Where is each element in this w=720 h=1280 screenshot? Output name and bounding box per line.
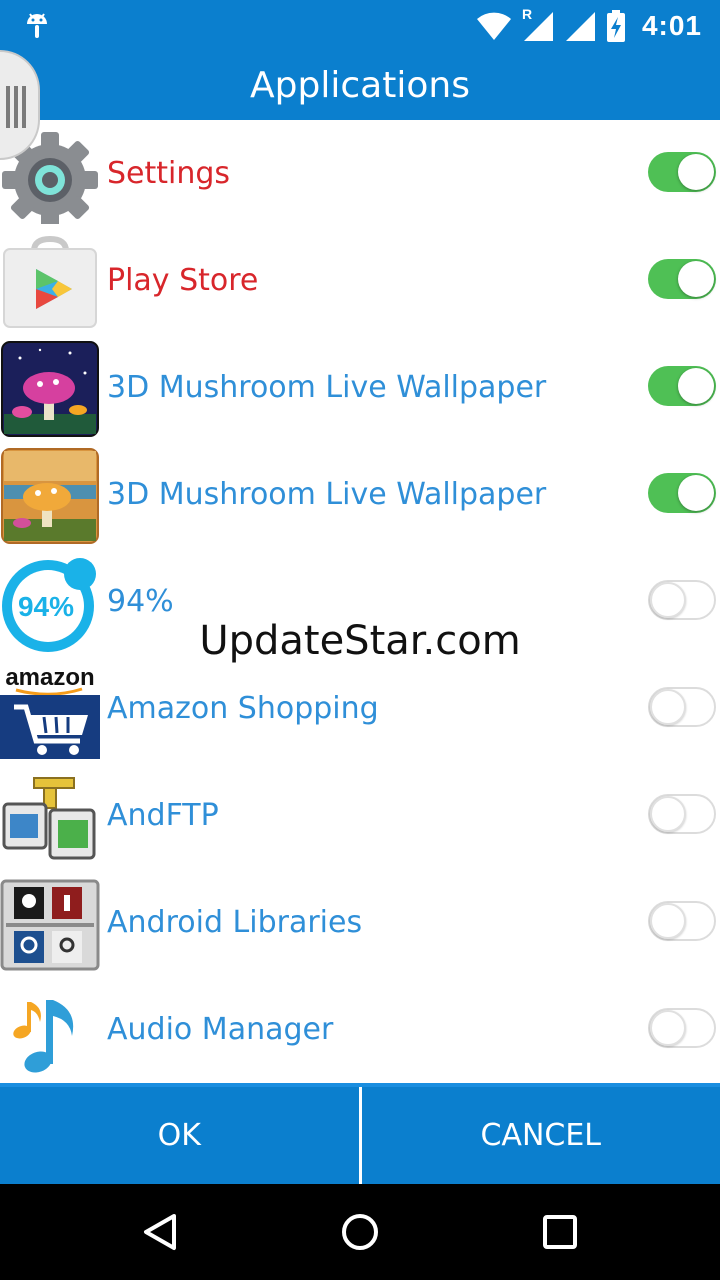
list-item[interactable]: AndFTP xyxy=(0,762,720,869)
app-toggle[interactable] xyxy=(648,1008,716,1048)
play-store-icon xyxy=(3,235,97,328)
amazon-cart-icon: amazon xyxy=(0,658,100,759)
back-button[interactable] xyxy=(125,1197,195,1267)
app-toggle[interactable] xyxy=(648,794,716,834)
app-label: 3D Mushroom Live Wallpaper xyxy=(107,370,547,405)
android-debug-icon xyxy=(27,13,47,38)
list-item[interactable]: amazon Amazon Shopping xyxy=(0,655,720,762)
signal-icon-2 xyxy=(565,12,595,41)
recents-icon xyxy=(543,1215,577,1249)
list-item[interactable]: Audio Manager xyxy=(0,976,720,1083)
mushroom-sunset-icon xyxy=(1,447,99,544)
app-label: Settings xyxy=(107,156,231,191)
grip-line xyxy=(22,86,26,128)
list-item[interactable]: Settings xyxy=(0,120,720,227)
app-toggle[interactable] xyxy=(648,580,716,620)
app-label: Android Libraries xyxy=(107,905,363,940)
music-note-icon xyxy=(13,999,74,1073)
list-item[interactable]: Android Libraries xyxy=(0,869,720,976)
navigation-bar xyxy=(0,1184,720,1280)
status-icons: R 4:01 xyxy=(476,6,702,44)
app-list[interactable]: Settings Play Store 3D Mushroom Live Wal… xyxy=(0,120,720,1082)
app-label: Audio Manager xyxy=(107,1012,334,1047)
wifi-icon xyxy=(476,12,511,40)
app-toggle[interactable] xyxy=(648,473,716,513)
app-toggle[interactable] xyxy=(648,687,716,727)
app-label: 94% xyxy=(107,584,174,619)
grip-line xyxy=(6,86,10,128)
andftp-icon xyxy=(2,776,96,859)
app-label: Amazon Shopping xyxy=(107,691,379,726)
ok-button[interactable]: OK xyxy=(0,1087,359,1184)
mushroom-night-icon xyxy=(1,340,99,437)
status-bar: R 4:01 xyxy=(0,0,720,50)
recents-button[interactable] xyxy=(525,1197,595,1267)
list-item[interactable]: Play Store xyxy=(0,227,720,334)
app-toggle[interactable] xyxy=(648,152,716,192)
app-bar: Applications xyxy=(0,50,720,120)
app-toggle[interactable] xyxy=(648,259,716,299)
svg-text:amazon: amazon xyxy=(5,664,94,691)
app-label: Play Store xyxy=(107,263,259,298)
grip-line xyxy=(14,86,18,128)
page-title: Applications xyxy=(250,64,470,106)
list-item[interactable]: 3D Mushroom Live Wallpaper xyxy=(0,441,720,548)
cell-signal-roaming: R xyxy=(522,6,554,42)
app-toggle[interactable] xyxy=(648,901,716,941)
dialog-buttons: OK CANCEL xyxy=(0,1083,720,1184)
cancel-button[interactable]: CANCEL xyxy=(362,1087,720,1184)
list-item[interactable]: 3D Mushroom Live Wallpaper xyxy=(0,334,720,441)
clock: 4:01 xyxy=(641,10,702,41)
home-button[interactable] xyxy=(325,1197,395,1267)
roaming-badge: R xyxy=(521,6,533,22)
app-label: AndFTP xyxy=(107,798,219,833)
app-toggle[interactable] xyxy=(648,366,716,406)
back-icon xyxy=(144,1214,176,1250)
app-label: 3D Mushroom Live Wallpaper xyxy=(107,477,547,512)
battery-charging-icon xyxy=(606,10,625,42)
android-libraries-icon xyxy=(0,879,100,970)
svg-text:94%: 94% xyxy=(18,591,74,622)
home-icon xyxy=(342,1214,378,1250)
watermark: UpdateStar.com xyxy=(199,618,521,664)
